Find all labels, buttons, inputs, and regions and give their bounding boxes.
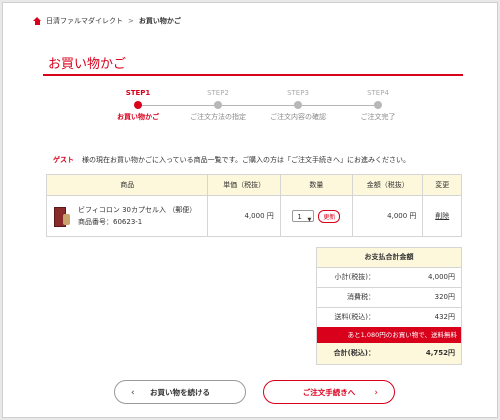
- tax-value: 320円: [434, 293, 455, 301]
- guest-name: ゲスト: [53, 156, 74, 164]
- product-code: 商品番号：60623-1: [78, 218, 143, 226]
- header-unit-price: 単価（税抜）: [207, 174, 281, 196]
- page-title: お買い物かご: [48, 57, 127, 72]
- cart-table: 商品 単価（税抜） 数量 金額（税抜） 変更 ビフィコロン 30カプセル入 （郵…: [45, 174, 462, 237]
- step-1-dot: [134, 101, 142, 109]
- total-value: 4,752円: [425, 349, 455, 357]
- cart-table-header: 商品 単価（税抜） 数量 金額（税抜） 変更: [45, 174, 462, 196]
- checkout-label: ご注文手続きへ: [302, 388, 356, 397]
- chevron-right-icon: ›: [374, 388, 378, 398]
- step-1: STEP1 お買い物かご: [98, 89, 178, 122]
- header-product: 商品: [45, 174, 209, 196]
- free-shipping-text: あと1,080円のお買い物で、送料無料: [347, 331, 457, 339]
- step-2: STEP2 ご注文方法の指定: [178, 89, 258, 122]
- page-frame: 日清ファルマダイレクト > お買い物かご お買い物かご STEP1 お買い物かご…: [2, 2, 498, 418]
- continue-shopping-label: お買い物を続ける: [150, 388, 210, 397]
- step-2-dot: [214, 101, 222, 109]
- shipping-label: 送料(税込)：: [334, 313, 375, 321]
- continue-shopping-button[interactable]: ‹ お買い物を続ける: [114, 380, 246, 404]
- payment-summary: お支払合計金額 小計(税抜)： 4,000円 消費税： 320円 送料(税込)：…: [316, 247, 462, 365]
- line-amount: 4,000 円: [352, 195, 424, 237]
- free-shipping-notice: あと1,080円のお買い物で、送料無料: [317, 327, 461, 343]
- step-3-name: ご注文内容の確認: [270, 113, 326, 121]
- chevron-left-icon: ‹: [131, 388, 135, 398]
- home-icon[interactable]: [33, 17, 41, 25]
- subtotal-value: 4,000円: [427, 273, 455, 281]
- summary-row-subtotal: 小計(税抜)： 4,000円: [317, 268, 461, 288]
- product-image[interactable]: [54, 205, 70, 227]
- step-2-name: ご注文方法の指定: [190, 113, 246, 121]
- step-3: STEP3 ご注文内容の確認: [258, 89, 338, 122]
- step-4-label: STEP4: [367, 89, 389, 97]
- title-underline: [43, 74, 463, 76]
- step-2-label: STEP2: [207, 89, 229, 97]
- step-3-dot: [294, 101, 302, 109]
- breadcrumb-current: お買い物かご: [138, 17, 181, 25]
- unit-price: 4,000 円: [207, 195, 281, 237]
- step-4-name: ご注文完了: [360, 113, 396, 121]
- breadcrumb-home-link[interactable]: 日清ファルマダイレクト: [46, 16, 123, 26]
- chevron-down-icon: ▼: [307, 217, 312, 223]
- product-cell: ビフィコロン 30カプセル入 （郵便） 商品番号：60623-1: [45, 195, 209, 237]
- guest-message: ゲスト 様の現在お買い物かごに入っている商品一覧です。ご購入の方は「ご注文手続きへ…: [53, 155, 410, 165]
- update-quantity-button[interactable]: 更新: [318, 209, 341, 223]
- step-1-name: お買い物かご: [117, 113, 159, 121]
- product-name[interactable]: ビフィコロン 30カプセル入 （郵便）: [78, 204, 196, 216]
- header-amount: 金額（税抜）: [352, 174, 424, 196]
- summary-total: 合計(税込)： 4,752円: [317, 343, 461, 364]
- quantity-value: 1: [297, 213, 302, 221]
- checkout-button[interactable]: ご注文手続きへ ›: [263, 380, 395, 404]
- checkout-steps: STEP1 お買い物かご STEP2 ご注文方法の指定 STEP3 ご注文内容の…: [103, 89, 413, 129]
- tax-label: 消費税：: [347, 293, 375, 301]
- quantity-cell: 1 ▼ 更新: [279, 195, 354, 237]
- guest-message-text: 様の現在お買い物かごに入っている商品一覧です。ご購入の方は「ご注文手続きへ」にお…: [82, 156, 410, 164]
- breadcrumb: 日清ファルマダイレクト > お買い物かご: [33, 16, 181, 26]
- summary-row-tax: 消費税： 320円: [317, 288, 461, 308]
- header-quantity: 数量: [279, 174, 354, 196]
- shipping-value: 432円: [434, 313, 455, 321]
- header-change: 変更: [422, 174, 462, 196]
- quantity-select[interactable]: 1 ▼: [292, 210, 315, 223]
- total-label: 合計(税込)：: [333, 349, 375, 357]
- step-4-dot: [374, 101, 382, 109]
- delete-link[interactable]: 削除: [422, 195, 462, 237]
- table-row: ビフィコロン 30カプセル入 （郵便） 商品番号：60623-1 4,000 円…: [45, 195, 462, 237]
- step-4: STEP4 ご注文完了: [338, 89, 418, 122]
- step-3-label: STEP3: [287, 89, 309, 97]
- step-1-label: STEP1: [125, 89, 151, 97]
- subtotal-label: 小計(税抜)：: [334, 273, 375, 281]
- summary-heading: お支払合計金額: [317, 248, 461, 268]
- summary-row-shipping: 送料(税込)： 432円: [317, 308, 461, 327]
- breadcrumb-separator: >: [128, 17, 134, 25]
